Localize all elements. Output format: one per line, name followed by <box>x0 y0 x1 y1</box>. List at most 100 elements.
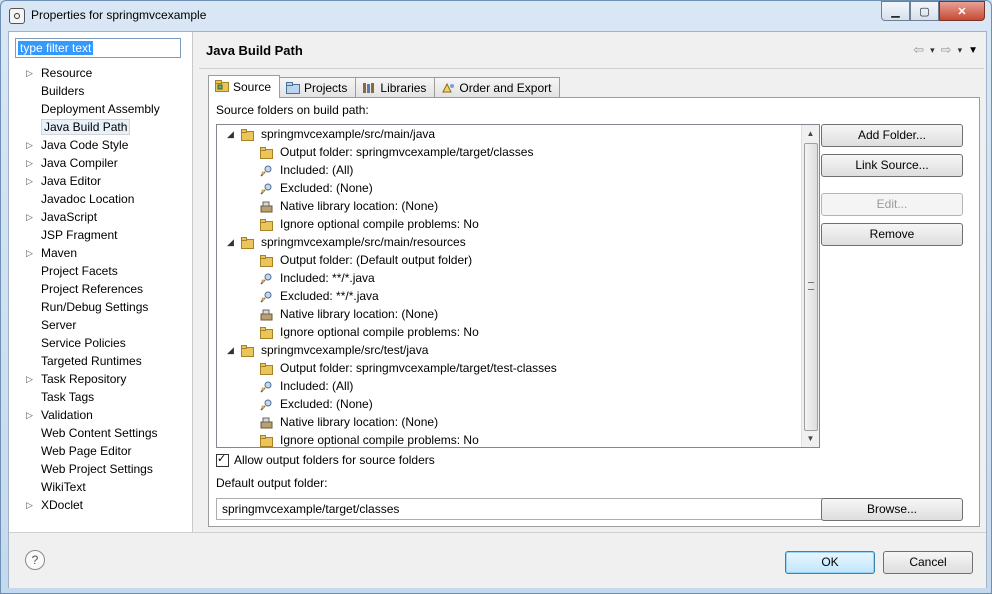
scroll-up-icon[interactable]: ▲ <box>802 125 819 142</box>
tree-item[interactable]: ▷ Java Compiler <box>21 154 191 172</box>
back-dropdown-icon[interactable]: ▾ <box>930 45 935 56</box>
source-row-text: springmvcexample/src/main/resources <box>261 235 466 249</box>
tree-item[interactable]: Javadoc Location <box>21 190 191 208</box>
tree-item[interactable]: ▷ Java Code Style <box>21 136 191 154</box>
page-navigation: ⇦ ▾ ⇨ ▾ ▼ <box>913 42 978 58</box>
cancel-button[interactable]: Cancel <box>883 551 973 574</box>
default-output-field[interactable]: springmvcexample/target/classes <box>216 498 823 520</box>
scroll-down-icon[interactable]: ▼ <box>802 430 819 447</box>
tree-item[interactable]: Web Content Settings <box>21 424 191 442</box>
source-attribute-row[interactable]: Ignore optional compile problems: No <box>217 431 819 447</box>
close-button[interactable]: ✕ <box>939 1 985 21</box>
source-attribute-row[interactable]: Output folder: (Default output folder) <box>217 251 819 269</box>
view-menu-icon[interactable]: ▼ <box>968 45 978 56</box>
tree-item[interactable]: Deployment Assembly <box>21 100 191 118</box>
allow-output-checkbox[interactable] <box>216 451 229 467</box>
source-row-text: Native library location: (None) <box>280 307 439 321</box>
collapse-arrow-icon[interactable]: ◢ <box>227 233 234 251</box>
expand-arrow-icon[interactable]: ▷ <box>26 208 33 226</box>
expand-arrow-icon[interactable]: ▷ <box>26 496 33 514</box>
tree-item[interactable]: Project References <box>21 280 191 298</box>
tree-item[interactable]: ▷ Validation <box>21 406 191 424</box>
source-attribute-row[interactable]: Excluded: **/*.java <box>217 287 819 305</box>
expand-arrow-icon[interactable]: ▷ <box>26 406 33 424</box>
tree-item-label: Javadoc Location <box>41 192 135 206</box>
source-row-text: Excluded: (None) <box>280 397 373 411</box>
native-library-icon <box>260 416 273 429</box>
tree-item[interactable]: ▷ Resource <box>21 64 191 82</box>
tree-item-label: Run/Debug Settings <box>41 300 149 314</box>
source-attribute-row[interactable]: Excluded: (None) <box>217 395 819 413</box>
source-attribute-row[interactable]: Ignore optional compile problems: No <box>217 323 819 341</box>
source-folder-row[interactable]: ◢ springmvcexample/src/main/java <box>217 125 819 143</box>
tab-projects[interactable]: Projects <box>279 77 357 98</box>
tree-item[interactable]: WikiText <box>21 478 191 496</box>
folder-icon <box>241 128 254 141</box>
tree-item[interactable]: Project Facets <box>21 262 191 280</box>
tree-item[interactable]: ▷ JavaScript <box>21 208 191 226</box>
tab-bar: Source Projects Libraries Order and Expo… <box>208 75 561 98</box>
vertical-scrollbar[interactable]: ▲ ▼ <box>801 125 819 447</box>
source-attribute-row[interactable]: Output folder: springmvcexample/target/t… <box>217 359 819 377</box>
source-folder-row[interactable]: ◢ springmvcexample/src/test/java <box>217 341 819 359</box>
tree-item[interactable]: Service Policies <box>21 334 191 352</box>
remove-button[interactable]: Remove <box>821 223 963 246</box>
filter-input[interactable]: type filter text <box>15 38 181 58</box>
back-arrow-icon[interactable]: ⇦ <box>913 42 924 58</box>
expand-arrow-icon[interactable]: ▷ <box>26 136 33 154</box>
tree-item[interactable]: Web Page Editor <box>21 442 191 460</box>
tab-source[interactable]: Source <box>208 75 281 98</box>
tree-item[interactable]: Web Project Settings <box>21 460 191 478</box>
tree-item[interactable]: Server <box>21 316 191 334</box>
source-attribute-row[interactable]: Output folder: springmvcexample/target/c… <box>217 143 819 161</box>
tree-item[interactable]: ▷ Task Repository <box>21 370 191 388</box>
tree-item-label: Project Facets <box>41 264 118 278</box>
tree-item-label: Deployment Assembly <box>41 102 160 116</box>
source-attribute-row[interactable]: Included: (All) <box>217 161 819 179</box>
ok-button[interactable]: OK <box>785 551 875 574</box>
source-attribute-row[interactable]: Native library location: (None) <box>217 413 819 431</box>
filter-gear-icon <box>260 290 273 303</box>
tree-item[interactable]: Java Build Path <box>21 118 191 136</box>
source-folder-row[interactable]: ◢ springmvcexample/src/main/resources <box>217 233 819 251</box>
forward-dropdown-icon[interactable]: ▾ <box>958 45 963 56</box>
minimize-button[interactable]: ▁ <box>881 1 910 21</box>
tree-item[interactable]: JSP Fragment <box>21 226 191 244</box>
grip-icon <box>808 282 814 290</box>
tab-order-export[interactable]: Order and Export <box>434 77 561 98</box>
source-attribute-row[interactable]: Native library location: (None) <box>217 197 819 215</box>
source-folders-tree[interactable]: ◢ springmvcexample/src/main/java Output fo… <box>216 124 820 448</box>
scrollbar-thumb[interactable] <box>804 143 818 431</box>
tree-item[interactable]: ▷ XDoclet <box>21 496 191 514</box>
source-attribute-row[interactable]: Included: (All) <box>217 377 819 395</box>
maximize-button[interactable]: ▢ <box>910 1 939 21</box>
help-icon[interactable]: ? <box>25 550 45 570</box>
source-attribute-row[interactable]: Ignore optional compile problems: No <box>217 215 819 233</box>
expand-arrow-icon[interactable]: ▷ <box>26 154 33 172</box>
tab-libraries[interactable]: Libraries <box>355 77 436 98</box>
collapse-arrow-icon[interactable]: ◢ <box>227 125 234 143</box>
link-source-button[interactable]: Link Source... <box>821 154 963 177</box>
collapse-arrow-icon[interactable]: ◢ <box>227 341 234 359</box>
source-row-text: Native library location: (None) <box>280 415 439 429</box>
forward-arrow-icon[interactable]: ⇨ <box>941 42 952 58</box>
tree-item[interactable]: Task Tags <box>21 388 191 406</box>
edit-button[interactable]: Edit... <box>821 193 963 216</box>
allow-output-row[interactable]: Allow output folders for source folders <box>216 451 435 468</box>
tree-item[interactable]: ▷ Maven <box>21 244 191 262</box>
source-attribute-row[interactable]: Excluded: (None) <box>217 179 819 197</box>
tree-item[interactable]: Run/Debug Settings <box>21 298 191 316</box>
tree-item[interactable]: Targeted Runtimes <box>21 352 191 370</box>
source-attribute-row[interactable]: Included: **/*.java <box>217 269 819 287</box>
tree-item-label: JavaScript <box>41 210 98 224</box>
title-bar[interactable]: Properties for springmvcexample ▁ ▢ ✕ <box>1 1 991 31</box>
add-folder-button[interactable]: Add Folder... <box>821 124 963 147</box>
expand-arrow-icon[interactable]: ▷ <box>26 370 33 388</box>
tree-item[interactable]: ▷ Java Editor <box>21 172 191 190</box>
browse-button[interactable]: Browse... <box>821 498 963 521</box>
expand-arrow-icon[interactable]: ▷ <box>26 244 33 262</box>
expand-arrow-icon[interactable]: ▷ <box>26 172 33 190</box>
source-attribute-row[interactable]: Native library location: (None) <box>217 305 819 323</box>
expand-arrow-icon[interactable]: ▷ <box>26 64 33 82</box>
tree-item[interactable]: Builders <box>21 82 191 100</box>
